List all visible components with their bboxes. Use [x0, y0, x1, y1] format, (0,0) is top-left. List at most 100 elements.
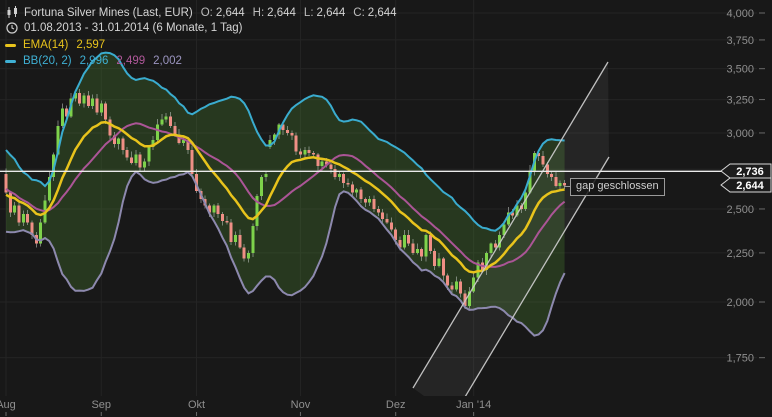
candle-body [286, 130, 289, 133]
y-axis-label: 2,000 [726, 297, 754, 309]
candle-body [368, 199, 371, 202]
candle-body [425, 235, 428, 257]
candle-body [221, 214, 224, 221]
candle-body [446, 276, 449, 286]
candle-body [130, 157, 133, 163]
candle-body [420, 249, 423, 256]
candle-body [403, 235, 406, 248]
candle-body [169, 117, 172, 126]
candle-body [13, 206, 16, 213]
candle-body [329, 165, 332, 170]
candle-body [165, 117, 168, 120]
candle-body [26, 214, 29, 223]
candle-body [104, 103, 107, 119]
candle-body [212, 206, 215, 213]
candle-body [260, 177, 263, 196]
candle-body [377, 209, 380, 212]
candle-body [225, 221, 228, 223]
instrument-header: Fortuna Silver Mines (Last, EUR) O: 2,64… [5, 6, 397, 19]
gap-annotation[interactable]: gap geschlossen [570, 178, 665, 196]
close-label: C: [353, 7, 365, 19]
candle-body [243, 247, 246, 258]
ema-value: 2,597 [76, 39, 105, 51]
y-axis-label: 2,500 [726, 204, 754, 216]
price-tag-last-value: 2,644 [736, 180, 764, 192]
candle-body [82, 96, 85, 104]
candle-body [347, 183, 350, 185]
open-label: O: [201, 7, 213, 19]
candle-body [360, 189, 363, 199]
legend-bb-row[interactable]: BB(20, 2) 2,996 2,499 2,002 [5, 55, 182, 67]
chart-window: 4,0003,7503,5003,2503,0002,5002,2502,000… [0, 0, 772, 417]
bb-label: BB(20, 2) [23, 55, 72, 67]
y-axis-label: 1,750 [726, 353, 754, 365]
candle-body [316, 154, 319, 166]
candle-body [541, 156, 544, 165]
candle-body [78, 93, 81, 103]
candle-body [156, 125, 159, 140]
candle-body [22, 214, 25, 223]
y-axis-label: 2,250 [726, 248, 754, 260]
open-value: 2,644 [216, 7, 245, 19]
candle-body [217, 206, 220, 214]
ema-label: EMA(14) [23, 39, 68, 51]
y-axis-label: 3,750 [726, 35, 754, 47]
candle-body [351, 185, 354, 193]
candle-body [442, 258, 445, 275]
candle-body [407, 235, 410, 244]
low-value: 2,644 [317, 7, 346, 19]
candle-body [121, 139, 124, 150]
candlestick-icon [5, 6, 19, 19]
high-label: H: [253, 7, 265, 19]
candle-body [450, 286, 453, 290]
candle-body [390, 223, 393, 230]
clock-icon [5, 22, 19, 34]
candle-body [147, 147, 150, 162]
candle-body [143, 162, 146, 168]
candle-body [139, 154, 142, 167]
candle-body [355, 189, 358, 192]
instrument-title: Fortuna Silver Mines (Last, EUR) [24, 7, 193, 19]
candle-body [87, 96, 90, 106]
candle-body [334, 169, 337, 177]
x-axis-label: Okt [188, 399, 205, 411]
date-range: 01.08.2013 - 31.01.2014 (6 Monate, 1 Tag… [24, 22, 242, 34]
bb-upper-value: 2,996 [80, 55, 109, 67]
candle-body [126, 150, 129, 157]
candle-body [429, 235, 432, 251]
candle-body [264, 174, 267, 177]
x-axis-label: Jan '14 [456, 399, 491, 411]
candle-body [381, 212, 384, 219]
low-label: L: [304, 7, 314, 19]
candle-body [303, 150, 306, 154]
candle-body [342, 174, 345, 183]
candle-body [308, 150, 311, 153]
candle-body [373, 199, 376, 209]
bb-color-chip [5, 60, 16, 63]
high-value: 2,644 [267, 7, 296, 19]
candle-body [299, 151, 302, 154]
candle-body [173, 126, 176, 134]
candle-body [459, 282, 462, 294]
candle-body [117, 139, 120, 145]
candle-body [312, 153, 315, 154]
candle-body [416, 249, 419, 253]
y-axis-label: 3,000 [726, 128, 754, 140]
candle-body [251, 226, 254, 253]
candle-body [489, 244, 492, 253]
candle-body [554, 177, 557, 186]
candle-body [338, 174, 341, 177]
candle-body [290, 133, 293, 136]
legend-ema-row[interactable]: EMA(14) 2,597 [5, 39, 105, 51]
candle-body [433, 251, 436, 266]
candle-body [386, 219, 389, 222]
bb-middle-value: 2,499 [116, 55, 145, 67]
bb-lower-value: 2,002 [153, 55, 182, 67]
candle-body [295, 136, 298, 152]
x-axis-label: Aug [0, 399, 16, 411]
gap-annotation-text: gap geschlossen [576, 180, 659, 192]
candle-body [412, 244, 415, 253]
candle-body [455, 282, 458, 290]
close-value: 2,644 [368, 7, 397, 19]
candle-body [247, 253, 250, 259]
